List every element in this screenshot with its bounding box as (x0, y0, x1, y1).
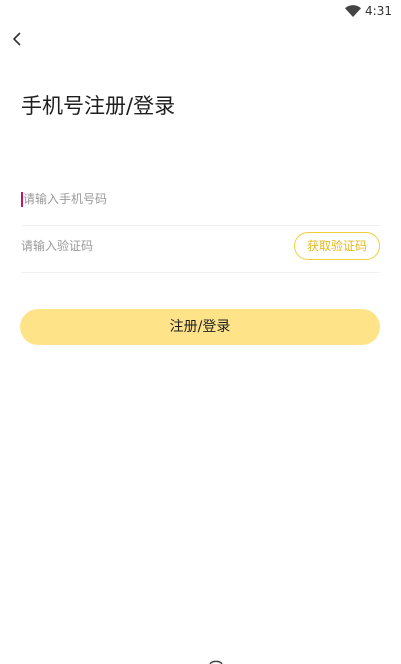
status-bar: 4:31 (0, 0, 401, 24)
verification-code-input[interactable] (21, 221, 271, 271)
phone-input[interactable] (23, 174, 273, 224)
page-title: 手机号注册/登录 (21, 94, 176, 118)
code-field: 获取验证码 (21, 221, 380, 273)
chevron-left-icon (13, 32, 21, 46)
phone-field (21, 174, 380, 226)
bottom-edge-fragment (209, 660, 223, 664)
register-login-button[interactable]: 注册/登录 (20, 309, 380, 345)
wifi-icon (345, 5, 361, 17)
back-button[interactable] (6, 28, 28, 50)
status-time: 4:31 (365, 4, 392, 18)
get-code-button[interactable]: 获取验证码 (294, 232, 380, 260)
